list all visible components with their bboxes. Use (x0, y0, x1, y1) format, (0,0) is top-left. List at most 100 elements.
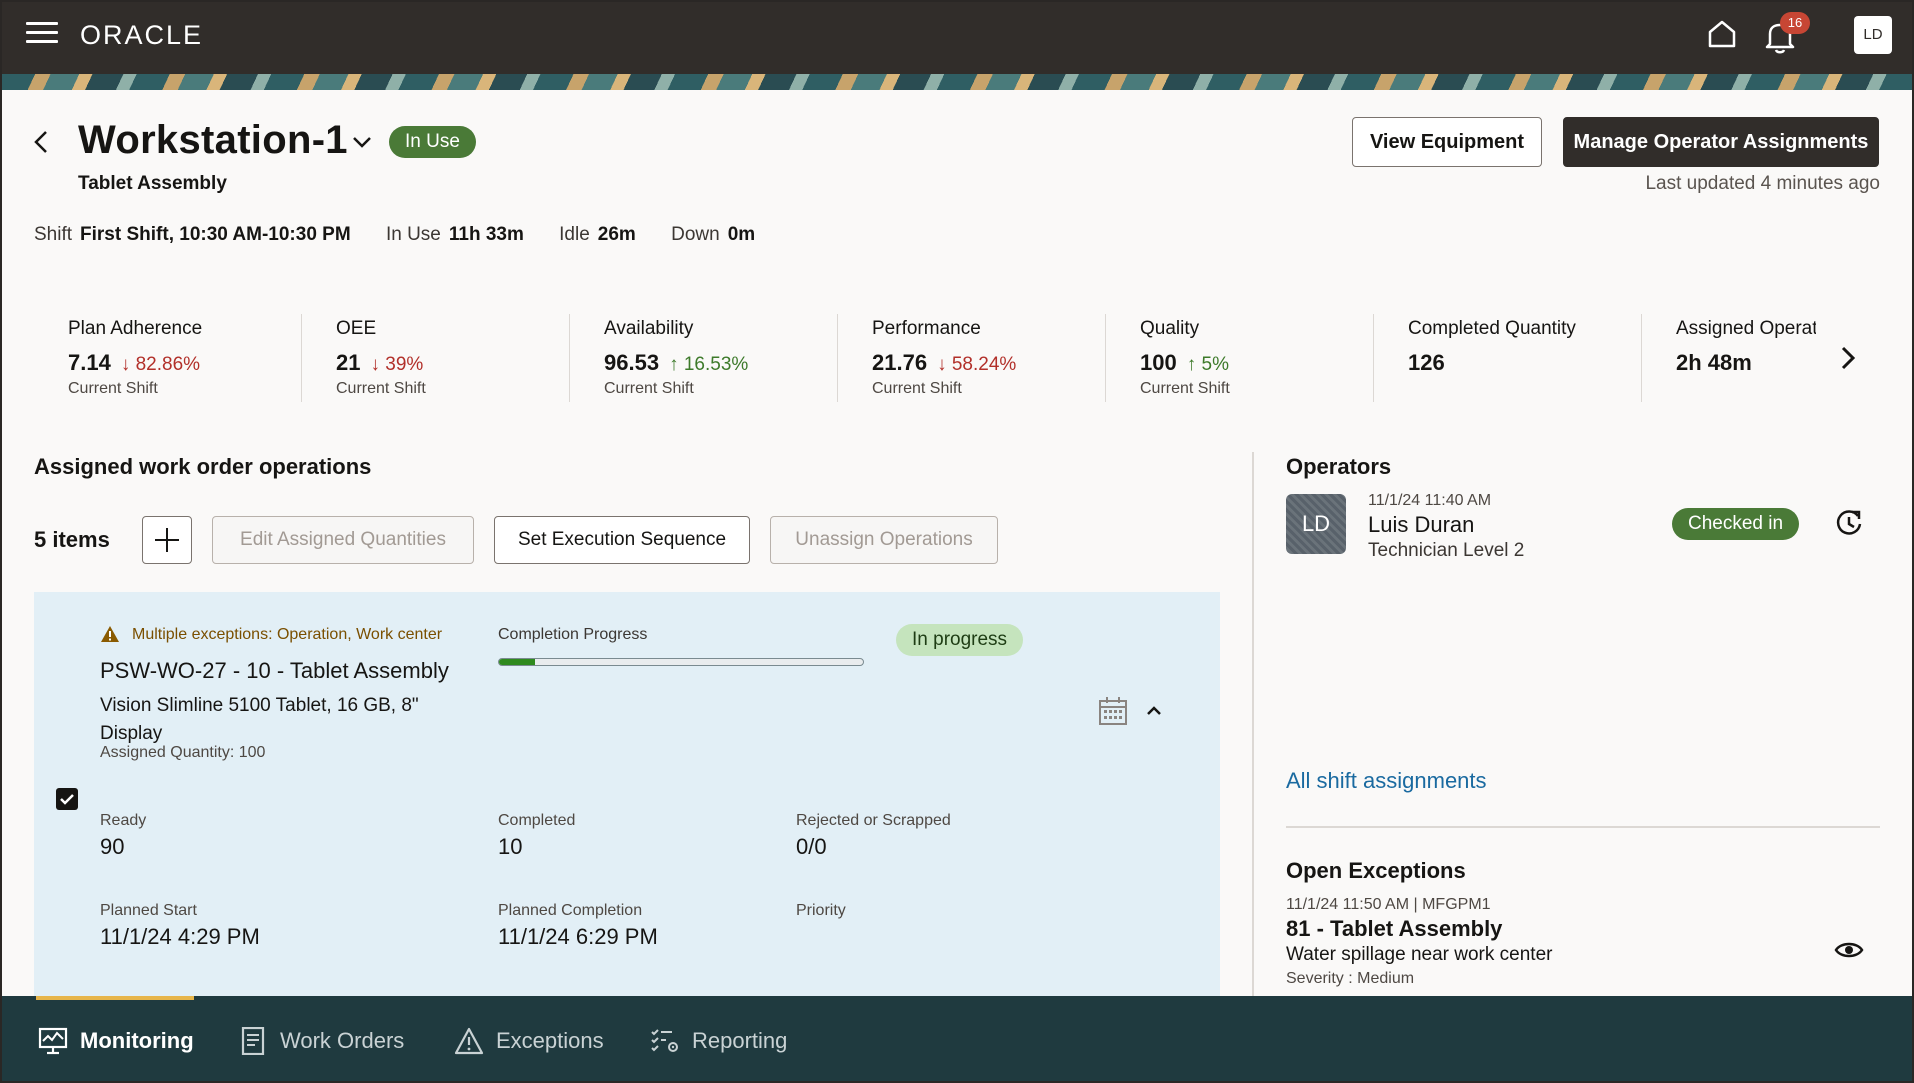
exception-severity: Severity : Medium (1286, 970, 1415, 987)
panel-divider (1252, 452, 1254, 996)
kpi-delta: ↓ 39% (370, 354, 424, 375)
kpi-card[interactable]: Plan Adherence 7.14 ↓ 82.86% Current Shif… (34, 314, 302, 402)
eye-icon[interactable] (1834, 938, 1864, 962)
manage-operator-assignments-button[interactable]: Manage Operator Assignments (1563, 117, 1879, 167)
last-updated-text: Last updated 4 minutes ago (1645, 173, 1880, 194)
shift-summary: Shift First Shift, 10:30 AM-10:30 PM In U… (34, 224, 785, 246)
view-equipment-button[interactable]: View Equipment (1352, 117, 1542, 167)
monitor-icon (38, 1027, 68, 1055)
operation-status-badge: In progress (896, 624, 1024, 656)
nav-reporting[interactable]: Reporting (650, 1024, 810, 1058)
open-exceptions-title: Open Exceptions (1286, 858, 1466, 883)
kpi-delta: ↑ 5% (1186, 354, 1229, 375)
operator-avatar: LD (1286, 494, 1346, 554)
kpi-delta: ↑ 16.53% (669, 354, 749, 375)
exception-title: 81 - Tablet Assembly (1286, 916, 1503, 941)
checked-in-badge: Checked in (1672, 508, 1800, 540)
hamburger-menu-icon[interactable] (26, 22, 58, 48)
completion-progress-bar (498, 658, 864, 666)
exception-text: Multiple exceptions: Operation, Work cen… (132, 626, 443, 643)
rejected-label: Rejected or Scrapped (796, 812, 951, 829)
kpi-name: Completed Quantity (1408, 318, 1576, 339)
edit-assigned-quantities-button[interactable]: Edit Assigned Quantities (212, 516, 474, 564)
kpi-name: Availability (604, 318, 694, 339)
priority-label: Priority (796, 902, 846, 919)
kpi-card[interactable]: Performance 21.76 ↓ 58.24% Current Shift (838, 314, 1106, 402)
user-avatar[interactable]: LD (1854, 16, 1892, 54)
completed-field: Completed 10 (498, 812, 575, 860)
warning-icon (101, 626, 119, 642)
planned-start-value: 11/1/24 4:29 PM (100, 924, 260, 949)
bottom-nav: Monitoring Work Orders Exceptions Report… (2, 996, 1912, 1081)
ready-label: Ready (100, 812, 147, 829)
down-value: 0m (727, 224, 756, 245)
kpi-card[interactable]: Availability 96.53 ↑ 16.53% Current Shift (570, 314, 838, 402)
kpi-card[interactable]: Completed Quantity 126 (1374, 314, 1642, 402)
chevron-right-icon[interactable] (1830, 340, 1866, 376)
kpi-footer: Current Shift (604, 380, 694, 397)
kpi-value: 21.76 (872, 350, 928, 375)
exception-description: Water spillage near work center (1286, 944, 1553, 965)
operation-checkbox[interactable] (56, 788, 78, 810)
completion-progress-label: Completion Progress (498, 626, 648, 643)
check-out-icon[interactable] (1834, 508, 1864, 538)
section-divider (1286, 826, 1880, 828)
nav-monitoring[interactable]: Monitoring (38, 1024, 198, 1058)
items-count: 5 items (34, 527, 110, 552)
document-icon (241, 1027, 265, 1055)
kpi-name: Assigned Operat (1676, 318, 1816, 339)
top-bar: ORACLE 16 LD (2, 2, 1912, 74)
assigned-quantity: Assigned Quantity: 100 (100, 744, 266, 761)
kpi-card[interactable]: OEE 21 ↓ 39% Current Shift (302, 314, 570, 402)
kpi-value: 21 (336, 350, 361, 375)
decorative-banner (2, 74, 1912, 90)
ready-field: Ready 90 (100, 812, 146, 860)
kpi-footer: Current Shift (68, 380, 158, 397)
chevron-up-icon[interactable] (1144, 702, 1164, 718)
operation-description: Vision Slimline 5100 Tablet, 16 GB, 8" D… (100, 695, 419, 744)
active-tab-indicator (36, 996, 194, 1000)
kpi-value: 7.14 (68, 350, 111, 375)
kpi-card[interactable]: Quality 100 ↑ 5% Current Shift (1106, 314, 1374, 402)
chevron-down-icon[interactable] (352, 134, 372, 150)
idle-value: 26m (597, 224, 636, 245)
kpi-card[interactable]: Assigned Operat 2h 48m (1642, 314, 1816, 402)
nav-exceptions[interactable]: Exceptions (454, 1024, 614, 1058)
ready-value: 90 (100, 834, 125, 859)
kpi-name: Quality (1140, 318, 1200, 339)
warning-icon (454, 1027, 484, 1055)
kpi-name: OEE (336, 318, 377, 339)
checklist-gear-icon (651, 1029, 678, 1052)
home-icon[interactable] (1704, 16, 1740, 52)
kpi-strip: Plan Adherence 7.14 ↓ 82.86% Current Shif… (34, 314, 1816, 402)
kpi-value: 96.53 (604, 350, 660, 375)
kpi-name: Performance (872, 318, 981, 339)
back-arrow-icon[interactable] (30, 128, 54, 156)
inuse-value: 11h 33m (448, 224, 524, 245)
unassign-operations-button[interactable]: Unassign Operations (770, 516, 998, 564)
nav-work-orders[interactable]: Work Orders (238, 1024, 404, 1058)
operator-name: Luis Duran (1368, 512, 1475, 537)
down-label: Down (671, 224, 720, 245)
idle-label: Idle (559, 224, 590, 245)
calendar-icon[interactable] (1098, 696, 1128, 726)
operator-role: Technician Level 2 (1368, 540, 1525, 561)
oracle-logo: ORACLE (80, 20, 204, 50)
kpi-delta: ↓ 58.24% (937, 354, 1017, 375)
all-shift-assignments-link[interactable]: All shift assignments (1286, 768, 1487, 794)
kpi-name: Plan Adherence (68, 318, 203, 339)
completed-label: Completed (498, 812, 576, 829)
operators-section-title: Operators (1286, 454, 1392, 479)
operation-card[interactable]: Multiple exceptions: Operation, Work cen… (34, 592, 1220, 996)
planned-completion-value: 11/1/24 6:29 PM (498, 924, 658, 949)
exception-meta: 11/1/24 11:50 AM | MFGPM1 (1286, 896, 1491, 913)
add-operation-button[interactable] (142, 516, 192, 564)
operator-checkin-time: 11/1/24 11:40 AM (1368, 492, 1492, 509)
set-execution-sequence-button[interactable]: Set Execution Sequence (494, 516, 750, 564)
planned-completion-label: Planned Completion (498, 902, 643, 919)
page-title: Workstation-1 (78, 118, 348, 162)
kpi-value: 2h 48m (1676, 350, 1752, 375)
kpi-value: 126 (1408, 350, 1445, 375)
shift-value: First Shift, 10:30 AM-10:30 PM (80, 224, 351, 245)
shift-label: Shift (34, 224, 73, 245)
